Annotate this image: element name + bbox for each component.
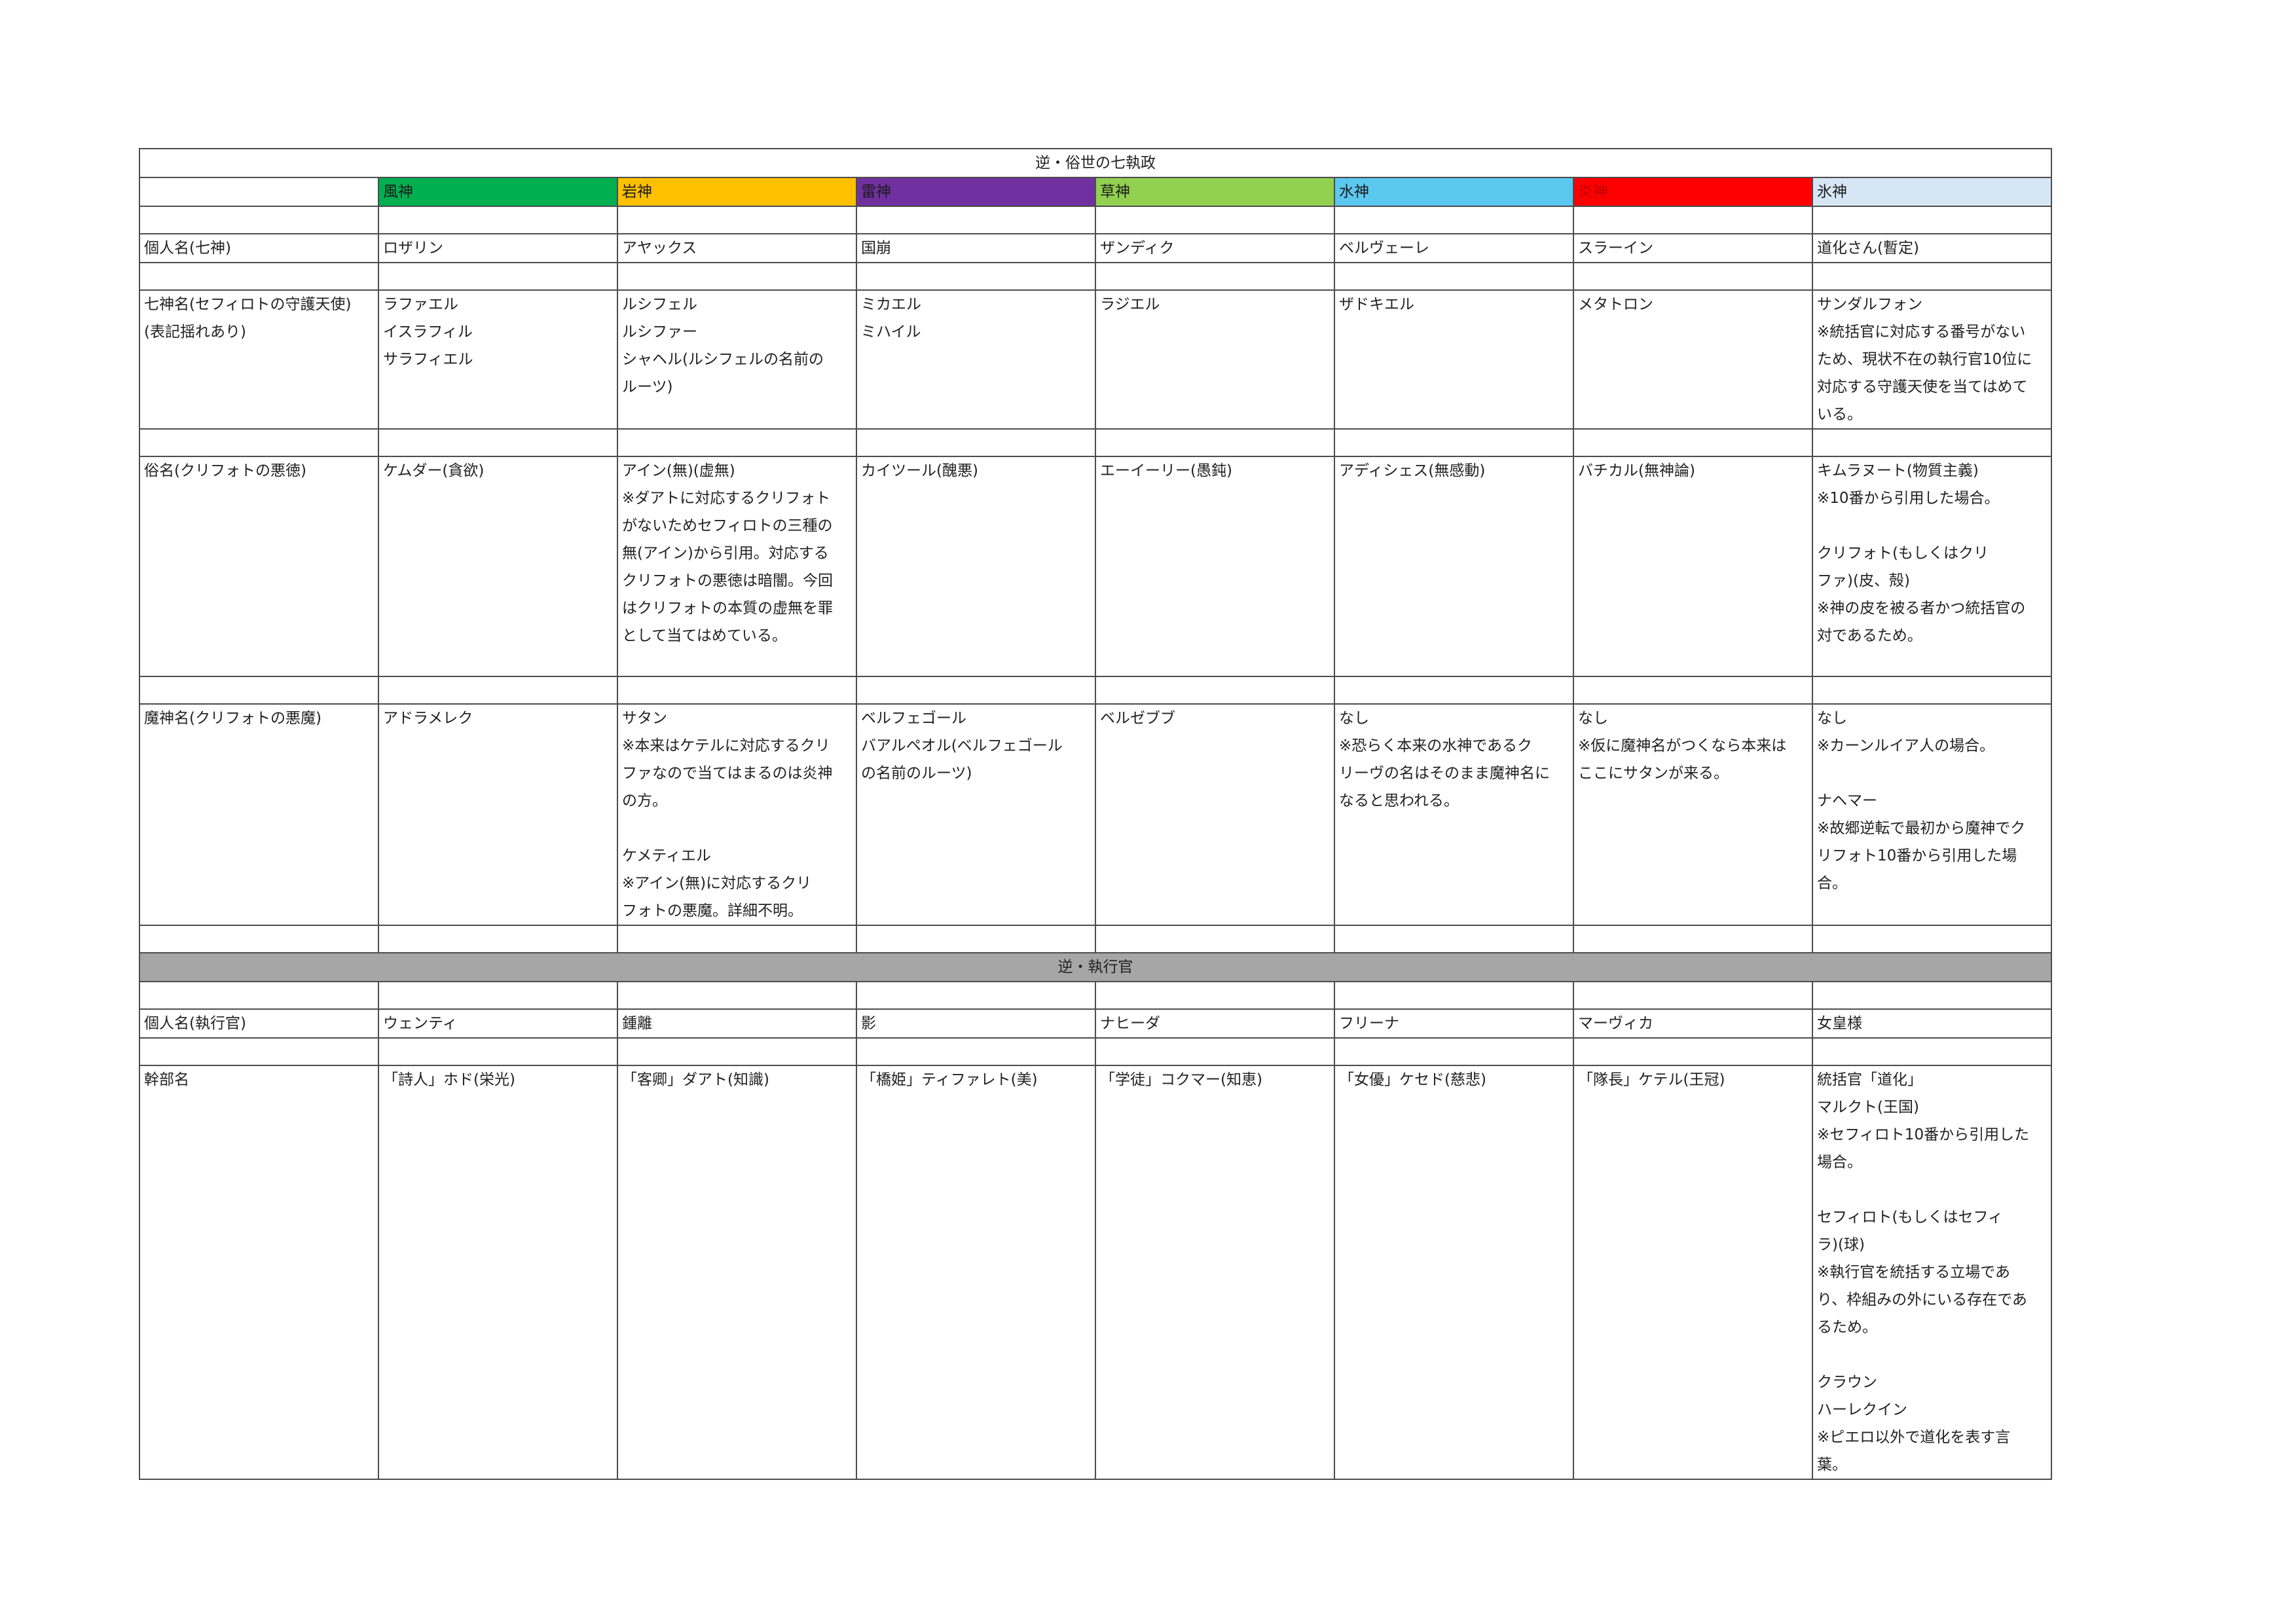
row-label: 七神名(セフィロトの守護天使) (表記揺れあり): [139, 289, 379, 430]
table-cell: ミカエル ミハイル: [856, 289, 1096, 430]
spacer-row: [139, 676, 2052, 705]
table-cell: なし ※カーンルイア人の場合。 ナヘマー ※故郷逆転で最初から魔神でク リフォト…: [1812, 703, 2052, 926]
row-label: 幹部名: [139, 1065, 379, 1480]
table-row: 魔神名(クリフォトの悪魔) アドラメレク サタン ※本来はケテルに対応するクリ …: [139, 703, 2052, 926]
god-header-anemo: 風神: [378, 177, 618, 207]
god-header-pyro: 炎神: [1573, 177, 1813, 207]
row-label: 個人名(七神): [139, 233, 379, 263]
table-cell: 統括官「道化」 マルクト(王国) ※セフィロト10番から引用した 場合。 セフィ…: [1812, 1065, 2052, 1480]
table-row: 幹部名 「詩人」ホド(栄光) 「客卿」ダアト(知識) 「橋姫」ティファレト(美)…: [139, 1065, 2052, 1480]
god-header-row: 風神 岩神 雷神 草神 水神 炎神 氷神: [139, 177, 2052, 207]
table-cell: アドラメレク: [378, 703, 618, 926]
table-cell: メタトロン: [1573, 289, 1813, 430]
table-cell: 「詩人」ホド(栄光): [378, 1065, 618, 1480]
table-cell: ザンディク: [1095, 233, 1335, 263]
god-header-cryo: 氷神: [1812, 177, 2052, 207]
spacer-row: [139, 925, 2052, 953]
god-header-electro: 雷神: [856, 177, 1096, 207]
section-title-harbingers: 逆・執行官: [139, 952, 2052, 982]
header-empty-cell: [139, 177, 379, 207]
table-cell: キムラヌート(物質主義) ※10番から引用した場合。 クリフォト(もしくはクリ …: [1812, 456, 2052, 677]
table-cell: ケムダー(貪欲): [378, 456, 618, 677]
row-label: 魔神名(クリフォトの悪魔): [139, 703, 379, 926]
table-row: 七神名(セフィロトの守護天使) (表記揺れあり) ラファエル イスラフィル サラ…: [139, 289, 2052, 430]
table-cell: フリーナ: [1334, 1008, 1574, 1039]
table-cell: ベルゼブブ: [1095, 703, 1335, 926]
table-cell: アヤックス: [617, 233, 857, 263]
spacer-row: [139, 1037, 2052, 1066]
table-cell: 道化さん(暫定): [1812, 233, 2052, 263]
table-cell: ルシフェル ルシファー シャヘル(ルシフェルの名前の ルーツ): [617, 289, 857, 430]
table-cell: エーイーリー(愚鈍): [1095, 456, 1335, 677]
table-cell: ラジエル: [1095, 289, 1335, 430]
table-cell: なし ※仮に魔神名がつくなら本来は ここにサタンが来る。: [1573, 703, 1813, 926]
table-row: 俗名(クリフォトの悪徳) ケムダー(貪欲) アイン(無)(虚無) ※ダアトに対応…: [139, 456, 2052, 677]
table-cell: サタン ※本来はケテルに対応するクリ ファなので当てはまるのは炎神 の方。 ケメ…: [617, 703, 857, 926]
table-cell: 「客卿」ダアト(知識): [617, 1065, 857, 1480]
table-cell: スラーイン: [1573, 233, 1813, 263]
table-cell: 「学徒」コクマー(知恵): [1095, 1065, 1335, 1480]
table-cell: 「女優」ケセド(慈悲): [1334, 1065, 1574, 1480]
spacer-row: [139, 981, 2052, 1010]
table-cell: なし ※恐らく本来の水神であるク リーヴの名はそのまま魔神名に なると思われる。: [1334, 703, 1574, 926]
table-cell: ザドキエル: [1334, 289, 1574, 430]
table-cell: ロザリン: [378, 233, 618, 263]
table-cell: 女皇様: [1812, 1008, 2052, 1039]
table-cell: 鍾離: [617, 1008, 857, 1039]
table-cell: ウェンティ: [378, 1008, 618, 1039]
god-header-hydro: 水神: [1334, 177, 1574, 207]
table-cell: アディシェス(無感動): [1334, 456, 1574, 677]
row-label: 個人名(執行官): [139, 1008, 379, 1039]
god-header-dendro: 草神: [1095, 177, 1335, 207]
god-header-geo: 岩神: [617, 177, 857, 207]
table-cell: 国崩: [856, 233, 1096, 263]
table-cell: アイン(無)(虚無) ※ダアトに対応するクリフォト がないためセフィロトの三種の…: [617, 456, 857, 677]
table-cell: マーヴィカ: [1573, 1008, 1813, 1039]
table-cell: 「橋姫」ティファレト(美): [856, 1065, 1096, 1480]
table-cell: バチカル(無神論): [1573, 456, 1813, 677]
table-cell: 影: [856, 1008, 1096, 1039]
spacer-row: [139, 262, 2052, 291]
table-row: 個人名(執行官) ウェンティ 鍾離 影 ナヒーダ フリーナ マーヴィカ 女皇様: [139, 1008, 2052, 1039]
spacer-row: [139, 206, 2052, 234]
table-cell: カイツール(醜悪): [856, 456, 1096, 677]
table-cell: ナヒーダ: [1095, 1008, 1335, 1039]
table-cell: サンダルフォン ※統括官に対応する番号がない ため、現状不在の執行官10位に 対…: [1812, 289, 2052, 430]
row-label: 俗名(クリフォトの悪徳): [139, 456, 379, 677]
table-row: 個人名(七神) ロザリン アヤックス 国崩 ザンディク ベルヴェーレ スラーイン…: [139, 233, 2052, 263]
section-title-seven-archons: 逆・俗世の七執政: [139, 148, 2052, 178]
table-cell: ベルヴェーレ: [1334, 233, 1574, 263]
spacer-row: [139, 428, 2052, 457]
table-cell: ベルフェゴール バアルペオル(ベルフェゴール の名前のルーツ): [856, 703, 1096, 926]
table-cell: ラファエル イスラフィル サラフィエル: [378, 289, 618, 430]
table-cell: 「隊長」ケテル(王冠): [1573, 1065, 1813, 1480]
spreadsheet-table: 逆・俗世の七執政 風神 岩神 雷神 草神 水神 炎神 氷神 個人名(七神) ロザ…: [139, 148, 2052, 1480]
